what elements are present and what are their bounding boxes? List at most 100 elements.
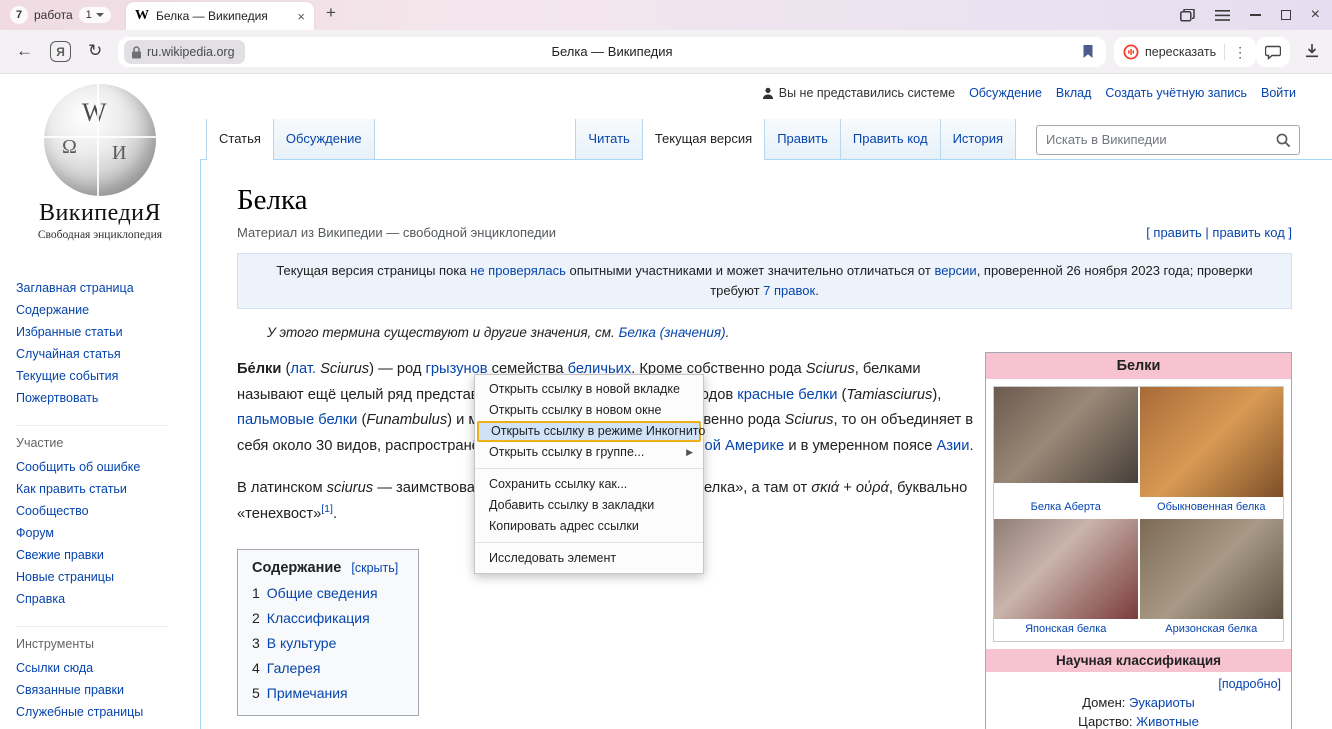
image-caption[interactable]: Обыкновенная белка (1140, 497, 1284, 519)
wiki-sidebar: W Ω И ВикипедиЯ Свободная энциклопедия З… (0, 74, 200, 729)
squirrel-image-aberta[interactable] (994, 387, 1138, 483)
menu-item-copy-link-address[interactable]: Копировать адрес ссылки (475, 516, 703, 537)
back-button[interactable]: ← (16, 41, 33, 61)
sidebar-item-how-to-edit[interactable]: Как править статьи (16, 478, 200, 500)
squirrel-image-japanese[interactable] (994, 519, 1138, 619)
sidebar-item-recent-changes[interactable]: Свежие правки (16, 544, 200, 566)
menu-item-open-new-window[interactable]: Открыть ссылку в новом окне (475, 400, 703, 421)
tab-group-count: 1 (86, 9, 92, 21)
menu-separator (475, 468, 703, 469)
sidebar-header-participation: Участие (16, 425, 168, 450)
sidebar-item-new-pages[interactable]: Новые страницы (16, 566, 200, 588)
squirrel-image-arizona[interactable] (1140, 519, 1284, 619)
logo-glyph: W (82, 98, 107, 128)
wikipedia-favicon-icon: W (135, 8, 149, 24)
retell-label: пересказать (1145, 45, 1216, 59)
sidebar-header-tools: Инструменты (16, 626, 168, 651)
downloads-button[interactable] (1304, 43, 1320, 59)
refresh-button[interactable]: ↻ (88, 41, 102, 61)
menu-item-open-new-tab[interactable]: Открыть ссылку в новой вкладке (475, 379, 703, 400)
page-views-tabs: Статья Обсуждение Читать Текущая версия … (200, 120, 1332, 160)
address-bar[interactable]: Белка — Википедия ru.wikipedia.org (118, 37, 1106, 67)
toc-item: 4Галерея (252, 660, 398, 676)
sidebar-item-donate[interactable]: Пожертвовать (16, 387, 200, 409)
tab-edit[interactable]: Править (765, 119, 841, 159)
new-tab-button[interactable]: + (326, 3, 336, 23)
close-window-button[interactable]: × (1311, 7, 1320, 23)
sidebar-item-random[interactable]: Случайная статья (16, 343, 200, 365)
yandex-button[interactable]: Я (50, 41, 71, 62)
taxobox-gallery: Белка Аберта Обыкновенная белка Японская… (993, 386, 1284, 642)
toc-item: 2Классификация (252, 610, 398, 626)
personal-link-discussion[interactable]: Обсуждение (969, 86, 1042, 100)
sidebar-item-current-events[interactable]: Текущие события (16, 365, 200, 387)
article-subtitle: Материал из Википедии — свободной энцикл… (237, 225, 556, 240)
sidebar-item-main-page[interactable]: Заглавная страница (16, 277, 200, 299)
domain-pill[interactable]: ru.wikipedia.org (124, 40, 245, 64)
tab-article[interactable]: Статья (206, 119, 274, 160)
personal-link-login[interactable]: Войти (1261, 86, 1296, 100)
image-caption[interactable]: Белка Аберта (994, 497, 1138, 519)
sidebar-item-report-error[interactable]: Сообщить об ошибке (16, 456, 200, 478)
sidebar-item-forum[interactable]: Форум (16, 522, 200, 544)
retell-button[interactable]: пересказать ⋮ (1114, 37, 1256, 67)
minimize-button[interactable] (1250, 14, 1261, 16)
menu-item-open-incognito[interactable]: Открыть ссылку в режиме Инкогнито (477, 421, 701, 442)
menu-item-open-in-group[interactable]: Открыть ссылку в группе... ▶ (475, 442, 703, 463)
search-input[interactable] (1037, 126, 1299, 154)
context-menu: Открыть ссылку в новой вкладке Открыть с… (474, 374, 704, 574)
tab-history[interactable]: История (941, 119, 1016, 159)
tab-current-version[interactable]: Текущая версия (643, 119, 765, 160)
sidebar-item-what-links-here[interactable]: Ссылки сюда (16, 657, 200, 679)
personal-bar: Вы не представились системе Обсуждение В… (762, 86, 1296, 100)
taxobox-title: Белки (986, 353, 1291, 379)
tab-panel-icon[interactable] (1180, 9, 1195, 22)
sidebar-item-featured[interactable]: Избранные статьи (16, 321, 200, 343)
taxobox-row-kingdom: Царство: Животные (986, 712, 1291, 729)
article-title: Белка (237, 184, 1292, 217)
user-icon (762, 87, 774, 99)
menu-item-save-link-as[interactable]: Сохранить ссылку как... (475, 474, 703, 495)
bookmark-icon[interactable] (1082, 44, 1094, 59)
toc-item: 3В культуре (252, 635, 398, 651)
search-icon[interactable] (1276, 133, 1291, 148)
chat-sidebar-button[interactable] (1256, 37, 1290, 67)
sidebar-item-related-changes[interactable]: Связанные правки (16, 679, 200, 701)
tab-group-count-pill[interactable]: 1 (79, 7, 111, 23)
active-browser-tab[interactable]: W Белка — Википедия × (126, 2, 314, 30)
menu-item-bookmark-link[interactable]: Добавить ссылку в закладки (475, 495, 703, 516)
browser-menu-icon[interactable] (1215, 10, 1230, 21)
tab-title: Белка — Википедия (156, 9, 290, 23)
sidebar-item-special-pages[interactable]: Служебные страницы (16, 701, 200, 723)
wiki-search-box[interactable] (1036, 125, 1300, 155)
edit-links[interactable]: [ править | править код ] (1146, 225, 1292, 240)
table-of-contents: Содержание [скрыть] 1Общие сведения 2Кла… (237, 549, 419, 716)
squirrel-image-common[interactable] (1140, 387, 1284, 497)
wikipedia-wordmark[interactable]: ВикипедиЯ (0, 200, 200, 227)
sidebar-item-help[interactable]: Справка (16, 588, 200, 610)
maximize-button[interactable] (1281, 10, 1291, 20)
wikipedia-globe-logo[interactable]: W Ω И (44, 84, 156, 196)
taxobox-details-link[interactable]: [подробно] (986, 672, 1291, 693)
personal-link-contributions[interactable]: Вклад (1056, 86, 1092, 100)
image-caption[interactable]: Японская белка (994, 619, 1138, 641)
tab-close-icon[interactable]: × (297, 9, 305, 24)
menu-item-inspect-element[interactable]: Исследовать элемент (475, 548, 703, 569)
logo-glyph: Ω (62, 136, 77, 159)
sidebar-item-community[interactable]: Сообщество (16, 500, 200, 522)
lock-icon (131, 46, 142, 59)
sidebar-item-permanent-link[interactable]: Постоянная ссылка (16, 723, 200, 729)
tab-discussion[interactable]: Обсуждение (274, 119, 375, 159)
toc-hide-link[interactable]: [скрыть] (351, 561, 398, 575)
chat-icon (1265, 45, 1281, 60)
image-caption[interactable]: Аризонская белка (1140, 619, 1284, 641)
wikipedia-tagline: Свободная энциклопедия (0, 229, 200, 241)
tab-edit-source[interactable]: Править код (841, 119, 941, 159)
tab-group-work[interactable]: 7 работа 1 (10, 6, 111, 24)
more-options-icon[interactable]: ⋮ (1233, 44, 1247, 61)
sidebar-item-contents[interactable]: Содержание (16, 299, 200, 321)
personal-link-create-account[interactable]: Создать учётную запись (1105, 86, 1247, 100)
toc-item: 5Примечания (252, 685, 398, 701)
browser-tab-strip: 7 работа 1 W Белка — Википедия × + × (0, 0, 1332, 30)
tab-read[interactable]: Читать (575, 119, 642, 159)
